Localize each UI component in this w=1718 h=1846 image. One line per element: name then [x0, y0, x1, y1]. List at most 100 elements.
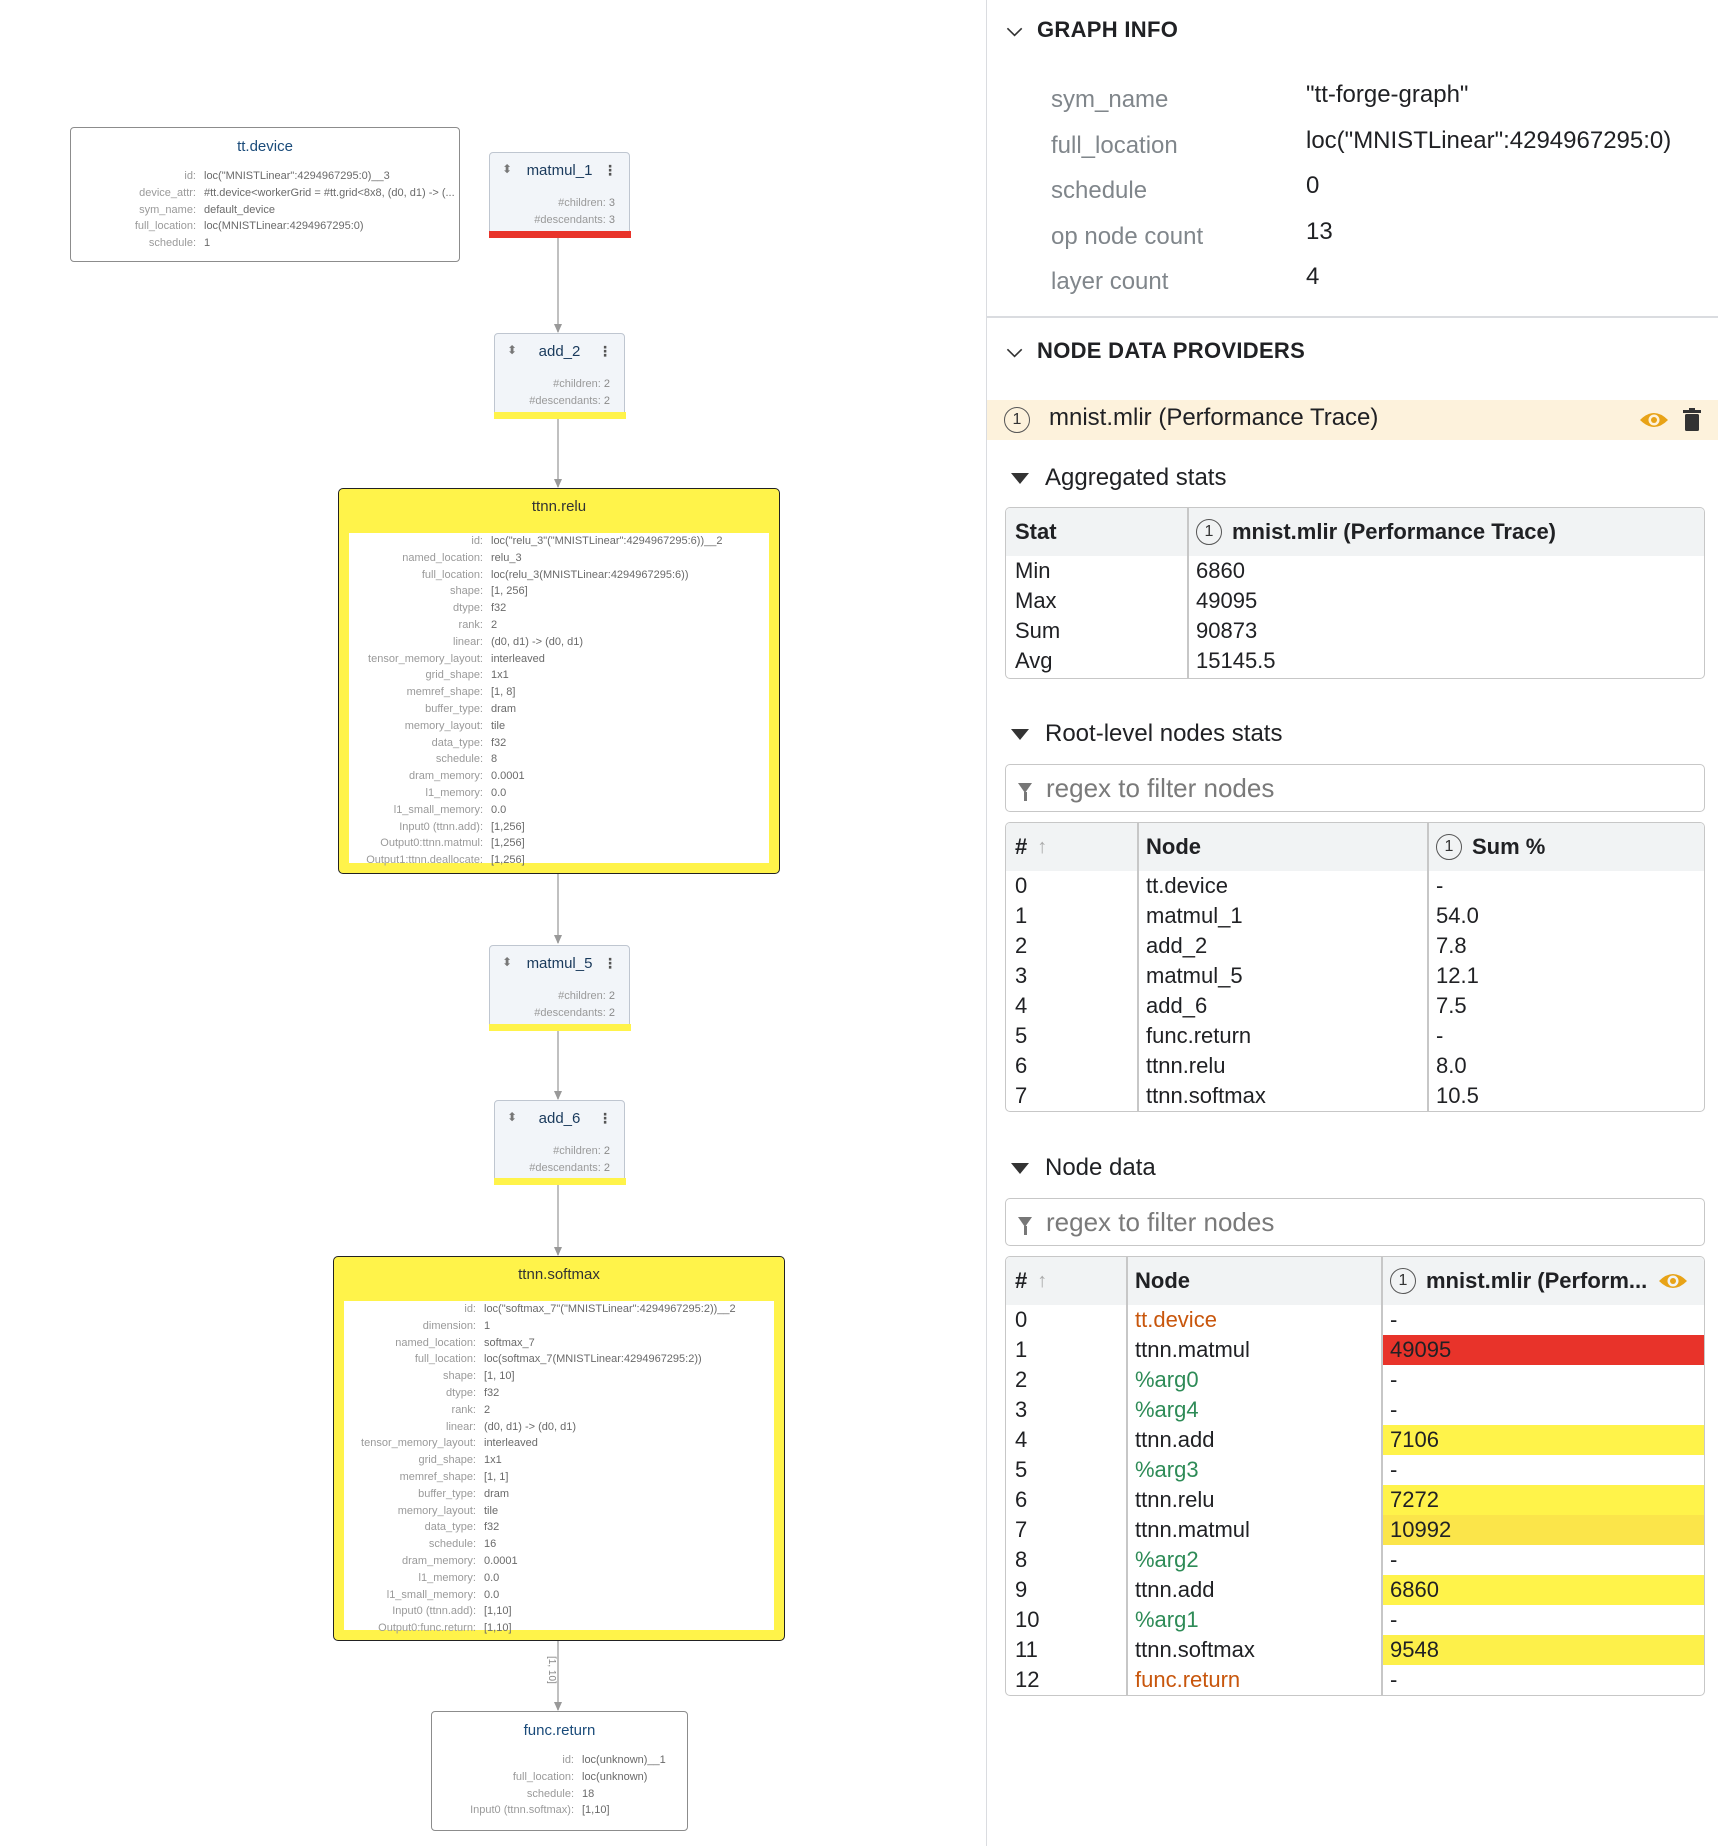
- node-value: 6860: [1390, 1577, 1439, 1602]
- node-func-return[interactable]: func.return id: loc(unknown)__1 full_locat…: [431, 1711, 688, 1831]
- group-node-add-2[interactable]: ⬍ add_2 ⋮ #children: 2 #descendants: 2: [493, 333, 626, 419]
- table-row[interactable]: 4 ttnn.add 7106: [1006, 1425, 1704, 1455]
- table-row[interactable]: 4 add_6 7.5: [1006, 991, 1704, 1021]
- chevron-down-icon[interactable]: ⌵: [1007, 19, 1037, 42]
- attribute-key: dtype:: [446, 1386, 476, 1399]
- group-node-matmul-5[interactable]: ⬍ matmul_5 ⋮ #children: 2 #descendants: 2: [488, 945, 631, 1031]
- node-ttnn-softmax[interactable]: ttnn.softmax id: loc("softmax_7"("MNISTLi…: [333, 1256, 785, 1641]
- descendants-count: 2: [603, 1162, 610, 1174]
- group-node-add-6[interactable]: ⬍ add_6 ⋮ #children: 2 #descendants: 2: [493, 1100, 626, 1185]
- col-node[interactable]: Node: [1137, 823, 1201, 871]
- col-sum-percent[interactable]: 1 Sum %: [1427, 823, 1545, 871]
- root-stats-filter[interactable]: [1005, 764, 1705, 812]
- node-name[interactable]: ttnn.matmul: [1126, 1335, 1250, 1365]
- provider-item[interactable]: 1 mnist.mlir (Performance Trace): [987, 400, 1718, 440]
- node-ttnn-relu[interactable]: ttnn.relu id: loc("relu_3"("MNISTLinear":…: [338, 488, 780, 874]
- table-row[interactable]: 6 ttnn.relu 8.0: [1006, 1051, 1704, 1081]
- node-name[interactable]: %arg2: [1126, 1545, 1199, 1575]
- node-name[interactable]: tt.device: [1137, 871, 1228, 901]
- node-name[interactable]: matmul_5: [1137, 961, 1243, 991]
- root-stats-filter-input[interactable]: [1044, 771, 1688, 805]
- attribute-row: dtype: f32: [339, 600, 779, 617]
- attribute-value: 1: [204, 237, 211, 250]
- node-name[interactable]: add_2: [1137, 931, 1207, 961]
- node-name[interactable]: tt.device: [1126, 1305, 1217, 1335]
- triangle-down-icon[interactable]: [1011, 728, 1029, 740]
- table-row[interactable]: 6 ttnn.relu 7272: [1006, 1485, 1704, 1515]
- eye-icon[interactable]: [1639, 410, 1669, 430]
- attribute-key: tensor_memory_layout:: [368, 652, 483, 665]
- more-vert-icon[interactable]: ⋮: [603, 955, 617, 972]
- node-name[interactable]: ttnn.add: [1126, 1575, 1215, 1605]
- col-provider[interactable]: 1 mnist.mlir (Perform...: [1381, 1257, 1647, 1305]
- eye-icon[interactable]: [1658, 1271, 1688, 1291]
- node-name[interactable]: add_6: [1137, 991, 1207, 1021]
- node-name[interactable]: ttnn.add: [1126, 1425, 1215, 1455]
- node-data-header[interactable]: Node data: [1011, 1154, 1156, 1182]
- trash-icon[interactable]: [1683, 408, 1701, 432]
- sort-up-icon[interactable]: ↑: [1037, 836, 1047, 859]
- col-index[interactable]: # ↑: [1006, 823, 1047, 871]
- aggregated-stats-header[interactable]: Aggregated stats: [1011, 464, 1226, 492]
- attribute-value: loc(softmax_7(MNISTLinear:4294967295:2)): [484, 1353, 702, 1366]
- node-tt-device[interactable]: tt.device id: loc("MNISTLinear":429496729…: [70, 127, 460, 262]
- node-data-providers-header[interactable]: ⌵ NODE DATA PROVIDERS: [1007, 336, 1305, 366]
- group-node-matmul-1[interactable]: ⬍ matmul_1 ⋮ #children: 3 #descendants: 3: [488, 152, 631, 238]
- col-hash-label: #: [1015, 1268, 1028, 1293]
- node-data-filter[interactable]: [1005, 1198, 1705, 1246]
- triangle-down-icon[interactable]: [1011, 1162, 1029, 1174]
- triangle-down-icon[interactable]: [1011, 472, 1029, 484]
- group-stats: #children: 3 #descendants: 3: [534, 195, 615, 229]
- node-name[interactable]: %arg1: [1126, 1605, 1199, 1635]
- node-title: ttnn.relu: [531, 498, 587, 515]
- attribute-key: named_location:: [395, 1336, 476, 1349]
- table-row[interactable]: 7 ttnn.softmax 10.5: [1006, 1081, 1704, 1111]
- node-name[interactable]: %arg3: [1126, 1455, 1199, 1485]
- table-row[interactable]: 2 add_2 7.8: [1006, 931, 1704, 961]
- node-name[interactable]: %arg4: [1126, 1395, 1199, 1425]
- graph-info-header[interactable]: ⌵ GRAPH INFO: [1007, 15, 1178, 45]
- table-row[interactable]: 0 tt.device -: [1006, 1305, 1704, 1335]
- node-name[interactable]: ttnn.softmax: [1126, 1635, 1255, 1665]
- graph-canvas[interactable]: [1, 10] tt.device id: loc("MNISTLinear":4…: [0, 0, 985, 1846]
- table-row[interactable]: 8 %arg2 -: [1006, 1545, 1704, 1575]
- table-row[interactable]: 1 ttnn.matmul 49095: [1006, 1335, 1704, 1365]
- table-row[interactable]: 5 %arg3 -: [1006, 1455, 1704, 1485]
- col-node[interactable]: Node: [1126, 1257, 1190, 1305]
- table-row[interactable]: 1 matmul_1 54.0: [1006, 901, 1704, 931]
- table-row[interactable]: 3 matmul_5 12.1: [1006, 961, 1704, 991]
- node-name[interactable]: %arg0: [1126, 1365, 1199, 1395]
- more-vert-icon[interactable]: ⋮: [598, 343, 612, 360]
- col-index[interactable]: # ↑: [1006, 1257, 1047, 1305]
- more-vert-icon[interactable]: ⋮: [603, 162, 617, 179]
- table-row[interactable]: 3 %arg4 -: [1006, 1395, 1704, 1425]
- node-data-filter-input[interactable]: [1044, 1205, 1688, 1239]
- heat-bar: [493, 1177, 626, 1185]
- table-row[interactable]: 2 %arg0 -: [1006, 1365, 1704, 1395]
- table-row[interactable]: 10 %arg1 -: [1006, 1605, 1704, 1635]
- sum-percent: 8.0: [1436, 1053, 1467, 1078]
- table-row[interactable]: 5 func.return -: [1006, 1021, 1704, 1051]
- table-row[interactable]: 7 ttnn.matmul 10992: [1006, 1515, 1704, 1545]
- node-name[interactable]: ttnn.relu: [1137, 1051, 1226, 1081]
- node-name[interactable]: func.return: [1126, 1665, 1240, 1695]
- attribute-value: 1x1: [491, 669, 509, 682]
- node-name[interactable]: ttnn.relu: [1126, 1485, 1215, 1515]
- node-name[interactable]: func.return: [1137, 1021, 1251, 1051]
- table-row[interactable]: 9 ttnn.add 6860: [1006, 1575, 1704, 1605]
- table-row[interactable]: 12 func.return -: [1006, 1665, 1704, 1695]
- attribute-key: named_location:: [402, 551, 483, 564]
- node-name[interactable]: matmul_1: [1137, 901, 1243, 931]
- sort-up-icon[interactable]: ↑: [1037, 1270, 1047, 1293]
- table-row[interactable]: 11 ttnn.softmax 9548: [1006, 1635, 1704, 1665]
- attribute-key: id:: [464, 1303, 476, 1315]
- table-row[interactable]: 0 tt.device -: [1006, 871, 1704, 901]
- root-stats-header[interactable]: Root-level nodes stats: [1011, 720, 1282, 748]
- node-name[interactable]: ttnn.matmul: [1126, 1515, 1250, 1545]
- divider: [987, 316, 1718, 318]
- attribute-key: dimension:: [422, 1319, 476, 1332]
- node-name[interactable]: ttnn.softmax: [1137, 1081, 1266, 1111]
- attribute-value: 0.0: [484, 1571, 500, 1584]
- chevron-down-icon[interactable]: ⌵: [1007, 340, 1037, 363]
- more-vert-icon[interactable]: ⋮: [598, 1110, 612, 1127]
